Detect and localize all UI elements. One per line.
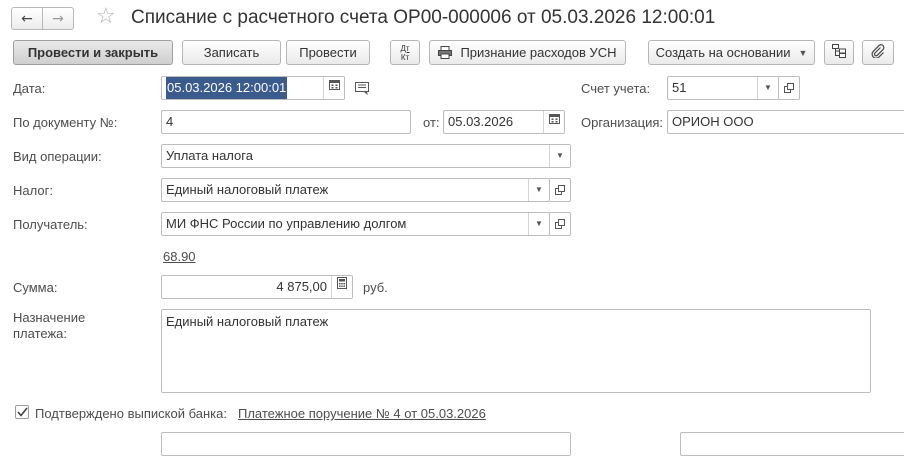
date-calendar-button[interactable] [323, 77, 344, 99]
date-field[interactable]: 05.03.2026 12:00:01 [161, 76, 345, 100]
chevron-down-icon: ▼ [535, 219, 543, 228]
operation-label: Вид операции: [13, 149, 102, 164]
account-field[interactable]: 51 ▼ [667, 76, 779, 100]
recipient-dropdown-button[interactable]: ▼ [528, 213, 549, 235]
doc-number-label: По документу №: [13, 115, 118, 130]
dt-kt-icon-bottom: Кт [400, 52, 410, 62]
arrow-left-icon: ← [21, 10, 33, 27]
chevron-down-icon: ▼ [764, 83, 772, 92]
doc-number-value: 4 [166, 114, 174, 129]
attach-button[interactable] [862, 40, 894, 65]
tax-label: Налог: [13, 183, 53, 198]
tax-dropdown-button[interactable]: ▼ [528, 179, 549, 201]
post-button[interactable]: Провести [286, 40, 370, 65]
usn-expenses-label: Признание расходов УСН [460, 45, 617, 60]
account-open-button[interactable] [779, 76, 800, 100]
usn-expenses-button[interactable]: Признание расходов УСН [429, 40, 626, 65]
calculator-icon [337, 276, 347, 298]
calendar-icon [548, 111, 560, 133]
next-row-field[interactable] [161, 432, 571, 456]
calendar-icon [328, 77, 340, 99]
create-based-on-label: Создать на основании [655, 45, 791, 60]
open-link-icon [555, 183, 565, 198]
operation-field[interactable]: Уплата налога ▼ [161, 144, 571, 168]
chevron-down-icon: ▼ [556, 151, 564, 160]
save-button[interactable]: Записать [182, 40, 281, 65]
confirmed-label: Подтверждено выпиской банка: [35, 406, 227, 421]
amount-label: Сумма: [13, 280, 58, 295]
open-link-icon [784, 81, 794, 96]
forward-button[interactable]: → [42, 7, 74, 30]
payment-order-link[interactable]: Платежное поручение № 4 от 05.03.2026 [238, 406, 486, 422]
doc-number-field[interactable]: 4 [161, 110, 411, 134]
account-label: Счет учета: [581, 81, 651, 96]
page-title: Списание с расчетного счета ОР00-000006 … [131, 7, 716, 28]
chevron-down-icon: ▼ [535, 185, 543, 194]
currency-label: руб. [363, 280, 388, 295]
purpose-label-line1: Назначение [13, 310, 86, 325]
paperclip-icon [871, 44, 885, 61]
purpose-value: Единый налоговый платеж [166, 314, 329, 329]
arrow-right-icon: → [52, 10, 64, 27]
dt-kt-button[interactable]: Дт Кт [390, 40, 420, 65]
structure-icon [832, 44, 846, 61]
date-label: Дата: [13, 81, 46, 96]
recipient-account-link[interactable]: 68.90 [163, 249, 196, 265]
purpose-label-line2: платежа: [13, 326, 67, 341]
dt-kt-icon-top: Дт [400, 43, 410, 53]
structure-button[interactable] [824, 40, 854, 65]
open-link-icon [555, 217, 565, 232]
from-date-calendar-button[interactable] [543, 111, 564, 133]
organization-value: ОРИОН ООО [672, 114, 754, 129]
post-and-close-button[interactable]: Провести и закрыть [13, 40, 173, 65]
printer-icon [438, 46, 453, 59]
recipient-label: Получатель: [13, 217, 88, 232]
star-icon[interactable]: ☆ [96, 4, 116, 30]
back-button[interactable]: ← [11, 7, 43, 30]
purpose-textarea[interactable]: Единый налоговый платеж [161, 309, 871, 393]
tax-open-button[interactable] [550, 178, 571, 202]
operation-dropdown-button[interactable]: ▼ [549, 145, 570, 167]
amount-calculator-button[interactable] [331, 276, 352, 298]
amount-field[interactable]: 4 875,00 [161, 275, 353, 299]
recipient-value: МИ ФНС России по управлению долгом [166, 216, 407, 231]
from-label: от: [423, 115, 440, 130]
account-value: 51 [672, 80, 687, 95]
tax-field[interactable]: Единый налоговый платеж ▼ [161, 178, 550, 202]
comment-icon[interactable] [355, 82, 371, 99]
tax-value: Единый налоговый платеж [166, 182, 329, 197]
chevron-down-icon: ▼ [798, 47, 808, 58]
date-value: 05.03.2026 12:00:01 [166, 77, 288, 99]
confirmed-checkbox[interactable] [15, 405, 29, 419]
operation-value: Уплата налога [166, 148, 253, 163]
create-based-on-button[interactable]: Создать на основании ▼ [648, 40, 815, 65]
from-date-value: 05.03.2026 [448, 114, 514, 129]
amount-value: 4 875,00 [276, 279, 327, 294]
checkmark-icon [16, 405, 28, 420]
from-date-field[interactable]: 05.03.2026 [443, 110, 565, 134]
recipient-open-button[interactable] [550, 212, 571, 236]
account-dropdown-button[interactable]: ▼ [757, 77, 778, 99]
organization-label: Организация: [581, 115, 664, 130]
organization-field[interactable]: ОРИОН ООО [667, 110, 904, 134]
recipient-field[interactable]: МИ ФНС России по управлению долгом ▼ [161, 212, 550, 236]
next-row-right-field[interactable] [680, 432, 904, 456]
